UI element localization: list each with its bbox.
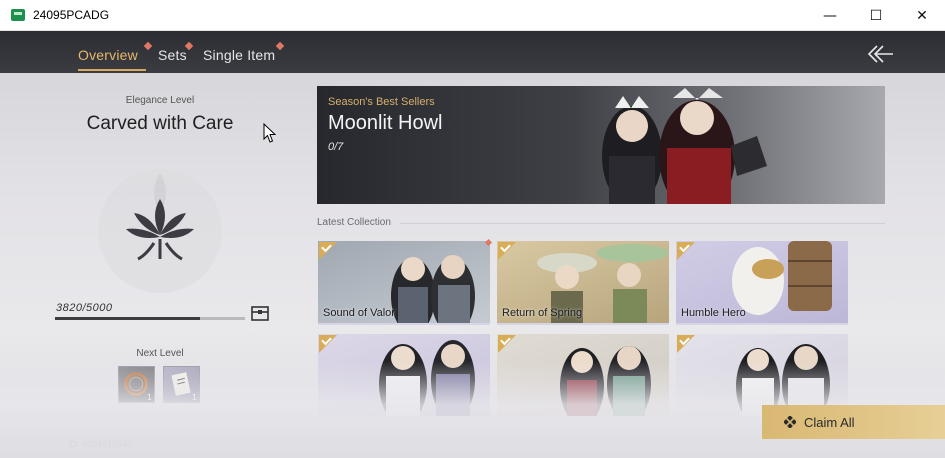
claim-all-button[interactable]: Claim All [762,405,945,439]
minimize-button[interactable]: — [807,0,853,31]
banner-progress-count: 0/7 [328,141,344,153]
window-controls: — ☐ ✕ [807,0,945,31]
card-character-art [560,346,651,416]
player-id: ID: 4094913547 [68,439,133,449]
featured-set-banner[interactable]: Season's Best Sellers Moonlit Howl 0/7 [317,86,885,204]
card-name: Return of Spring [502,307,583,319]
elegance-progress-text: 3820/5000 [56,302,113,314]
banner-title: Moonlit Howl [328,112,443,134]
active-tab-underline [78,69,146,71]
banner-character-art [602,88,767,204]
diamond-cluster-icon [784,416,796,428]
back-arrow-icon[interactable] [865,43,895,65]
lotus-emblem-icon [98,169,222,293]
elegance-level-label: Elegance Level [125,95,195,106]
reward-slot-scroll[interactable]: 1 [163,366,200,403]
card-name: Humble Hero [681,307,746,319]
section-divider [400,223,885,224]
collection-card-sound-of-valor[interactable]: Sound of Valor [318,241,490,325]
collection-card-return-of-spring[interactable]: Return of Spring [497,241,669,325]
tab-overview-notify-dot [143,41,153,51]
reward-count: 1 [191,393,197,402]
window-title: 24095PCADG [33,8,110,22]
reward-slot-ring[interactable]: 1 [118,366,155,403]
treasure-chest-icon[interactable] [250,304,270,322]
collection-card-5[interactable] [497,334,669,418]
tab-single-item[interactable]: Single Item [203,47,275,63]
app-icon [11,9,25,21]
collection-card-4[interactable] [318,334,490,418]
top-nav-bar: Overview Sets Single Item [0,31,945,73]
window-titlebar: 24095PCADG — ☐ ✕ [0,0,945,31]
collection-card-humble-hero[interactable]: Humble Hero [676,241,848,325]
close-button[interactable]: ✕ [899,0,945,31]
latest-collection-label: Latest Collection [317,217,391,228]
tab-sets[interactable]: Sets [158,47,187,63]
elegance-progress-bar [55,317,245,320]
game-viewport: Overview Sets Single Item Elegance Level… [0,31,945,458]
reward-count: 1 [146,393,152,402]
banner-subtitle: Season's Best Sellers [328,96,435,108]
elegance-level-title: Carved with Care [86,113,234,134]
next-level-label: Next Level [136,348,184,359]
tab-overview[interactable]: Overview [78,47,138,63]
maximize-button[interactable]: ☐ [853,0,899,31]
tab-single-item-notify-dot [275,41,285,51]
card-character-art [379,340,475,416]
elegance-progress-fill [55,317,201,320]
card-name: Sound of Valor [323,307,395,319]
claim-all-label: Claim All [804,414,855,430]
mouse-cursor-icon [263,123,277,143]
